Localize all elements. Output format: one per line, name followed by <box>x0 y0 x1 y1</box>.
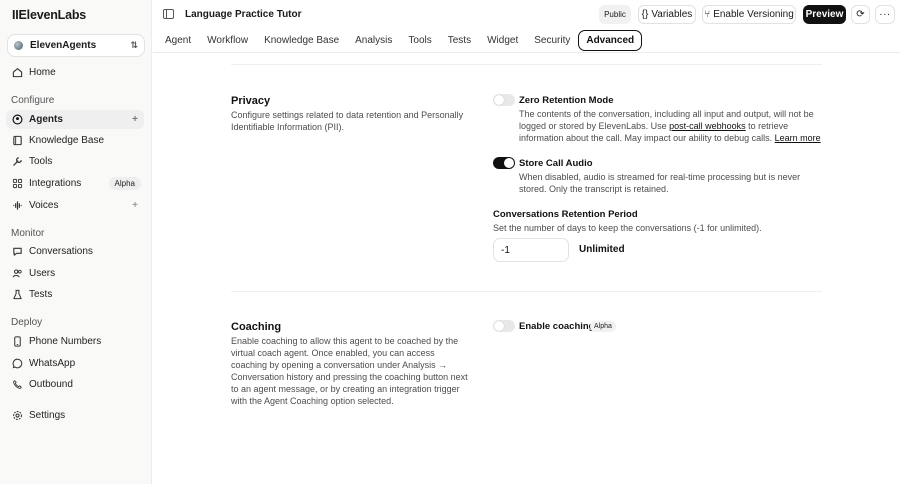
sidebar-item-label: Agents <box>29 114 63 125</box>
sidebar-item-label: Settings <box>29 410 66 421</box>
sidebar-item-integrations[interactable]: Integrations Alpha <box>6 174 144 193</box>
section-label-deploy: Deploy <box>11 317 43 328</box>
sidebar-item-label: Home <box>29 67 56 78</box>
sidebar-item-home[interactable]: Home <box>6 63 144 82</box>
sidebar-item-label: Knowledge Base <box>29 135 105 146</box>
sidebar-item-settings[interactable]: Settings <box>6 406 144 425</box>
sidebar-item-users[interactable]: Users <box>6 264 144 283</box>
tab-knowledge-base[interactable]: Knowledge Base <box>256 32 347 49</box>
sidebar-item-label: Outbound <box>29 379 73 390</box>
zero-retention-toggle[interactable] <box>493 94 515 106</box>
chevron-up-down-icon: ⇅ <box>130 40 138 50</box>
enable-coaching-toggle[interactable] <box>493 320 515 332</box>
wrench-icon <box>12 156 23 167</box>
post-call-webhooks-link[interactable]: post-call webhooks <box>669 121 746 131</box>
sidebar-item-label: Tools <box>29 156 53 167</box>
whatsapp-icon <box>12 358 23 369</box>
add-voice-icon[interactable]: + <box>132 200 138 211</box>
sidebar-item-label: Conversations <box>29 246 93 257</box>
coaching-description: Enable coaching to allow this agent to b… <box>231 336 468 406</box>
grid-icon <box>12 178 23 189</box>
sidebar-item-label: Users <box>29 268 56 279</box>
top-bar: Language Practice Tutor Public {} Variab… <box>153 0 900 28</box>
more-options-icon[interactable]: ··· <box>875 5 895 24</box>
workspace-selector[interactable]: ElevenAgents ⇅ <box>7 34 145 57</box>
sidebar-item-outbound[interactable]: Outbound <box>6 375 144 394</box>
sidebar-item-voices[interactable]: Voices + <box>6 196 144 215</box>
sync-icon[interactable]: ⟳ <box>851 5 870 24</box>
sidebar-item-label: Phone Numbers <box>29 336 102 347</box>
tab-widget[interactable]: Widget <box>479 32 526 49</box>
retention-unlimited-label: Unlimited <box>579 244 625 255</box>
tab-divider <box>153 52 900 53</box>
privacy-description: Configure settings related to data reten… <box>231 110 464 132</box>
variables-label: Variables <box>651 9 693 20</box>
sidebar-item-whatsapp[interactable]: WhatsApp <box>6 354 144 373</box>
sidebar-item-phone-numbers[interactable]: Phone Numbers <box>6 332 144 351</box>
retention-period-label: Conversations Retention Period <box>493 209 638 220</box>
toggle-knob <box>504 158 514 168</box>
workspace-avatar <box>14 41 23 50</box>
privacy-title: Privacy <box>231 95 271 107</box>
users-icon <box>12 268 23 279</box>
sidebar-item-tests[interactable]: Tests <box>6 285 144 304</box>
tab-security[interactable]: Security <box>526 32 578 49</box>
toggle-knob <box>494 95 504 105</box>
section-label-monitor: Monitor <box>11 228 45 239</box>
tab-tools[interactable]: Tools <box>400 32 439 49</box>
variables-button[interactable]: {} Variables <box>638 5 696 24</box>
toggle-sidebar-icon[interactable] <box>163 9 174 19</box>
book-icon <box>12 135 23 146</box>
coaching-title: Coaching <box>231 321 282 333</box>
flask-icon <box>12 289 23 300</box>
sidebar-item-label: Voices <box>29 200 59 211</box>
sidebar-item-label: WhatsApp <box>29 358 76 369</box>
public-badge[interactable]: Public <box>599 5 631 24</box>
enable-coaching-label: Enable coaching <box>519 321 595 332</box>
section-label-configure: Configure <box>11 95 55 106</box>
chat-icon <box>12 246 23 257</box>
tab-tests[interactable]: Tests <box>440 32 479 49</box>
zero-retention-label: Zero Retention Mode <box>519 95 614 106</box>
store-call-audio-label: Store Call Audio <box>519 158 593 169</box>
learn-more-link[interactable]: Learn more <box>775 133 821 143</box>
versioning-label: Enable Versioning <box>713 9 794 20</box>
store-call-audio-toggle[interactable] <box>493 157 515 169</box>
store-call-audio-description: When disabled, audio is streamed for rea… <box>519 172 801 194</box>
tab-advanced[interactable]: Advanced <box>578 29 643 51</box>
sidebar-item-knowledge-base[interactable]: Knowledge Base <box>6 131 144 150</box>
agents-icon <box>12 114 23 125</box>
section-divider <box>231 291 822 292</box>
braces-icon: {} <box>641 9 649 20</box>
section-divider <box>231 64 822 65</box>
outbound-icon <box>12 379 23 390</box>
enable-versioning-button[interactable]: ⑂ Enable Versioning <box>702 5 796 24</box>
home-icon <box>12 67 23 78</box>
phone-icon <box>12 336 23 347</box>
tab-analysis[interactable]: Analysis <box>347 32 400 49</box>
zero-retention-description: The contents of the conversation, includ… <box>519 108 821 144</box>
sidebar-item-tools[interactable]: Tools <box>6 152 144 171</box>
toggle-knob <box>494 321 504 331</box>
tab-agent[interactable]: Agent <box>157 32 199 49</box>
tab-workflow[interactable]: Workflow <box>199 32 256 49</box>
sidebar: IIElevenLabs ElevenAgents ⇅ Home Configu… <box>0 0 152 484</box>
sidebar-item-agents[interactable]: Agents + <box>6 110 144 129</box>
sidebar-item-conversations[interactable]: Conversations <box>6 242 144 261</box>
elevenlabs-logo[interactable]: IIElevenLabs <box>12 8 86 22</box>
sidebar-item-label: Tests <box>29 289 53 300</box>
gear-icon <box>12 410 23 421</box>
add-agent-icon[interactable]: + <box>132 114 138 125</box>
sidebar-item-label: Integrations <box>29 178 82 189</box>
alpha-badge: Alpha <box>108 177 141 190</box>
branch-icon: ⑂ <box>704 9 711 20</box>
workspace-name: ElevenAgents <box>30 40 97 51</box>
voices-icon <box>12 200 23 211</box>
retention-days-input[interactable]: -1 <box>493 238 569 262</box>
preview-button[interactable]: Preview <box>803 5 846 24</box>
agent-tabs: Agent Workflow Knowledge Base Analysis T… <box>157 28 643 52</box>
coaching-alpha-badge: Alpha <box>590 321 616 332</box>
retention-period-description: Set the number of days to keep the conve… <box>493 223 762 233</box>
agent-name: Language Practice Tutor <box>185 9 302 20</box>
